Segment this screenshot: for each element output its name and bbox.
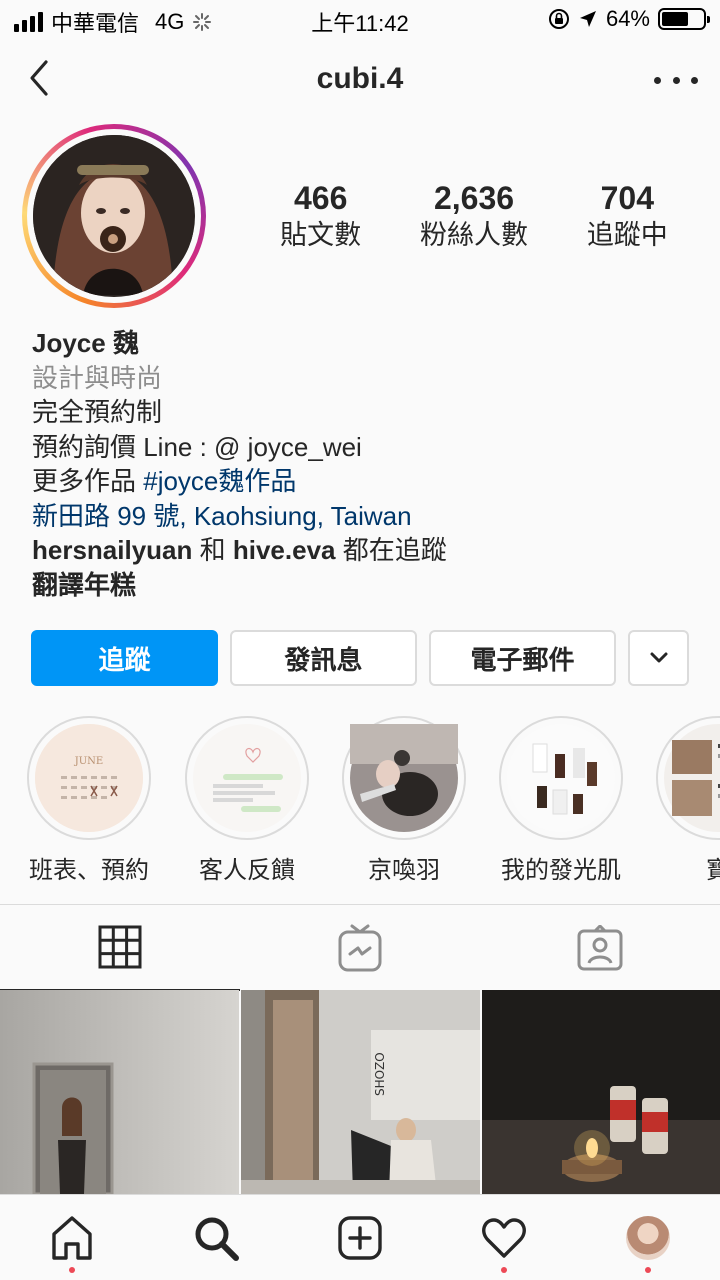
profile-avatar — [626, 1216, 670, 1260]
username-title: cubi.4 — [316, 62, 404, 95]
notification-dot — [645, 1267, 651, 1273]
highlight-cover — [664, 724, 720, 832]
highlight-cover — [350, 724, 458, 832]
igtv-icon — [338, 924, 382, 972]
battery-level — [662, 12, 688, 26]
hashtag-link[interactable]: #joyce魏作品 — [143, 466, 296, 496]
add-post-icon — [338, 1216, 382, 1260]
following-label: 追蹤中 — [586, 220, 668, 250]
profile-bio: Joyce 魏 設計與時尚 完全預約制 預約詢價 Line : @ joyce_… — [32, 326, 702, 602]
more-horizontal-icon[interactable] — [654, 62, 698, 98]
tab-igtv[interactable] — [240, 905, 480, 991]
tab-grid[interactable] — [0, 905, 240, 991]
grid-icon — [98, 925, 142, 969]
svg-text:JUNE: JUNE — [74, 756, 104, 767]
highlight-item[interactable]: 寶 — [656, 716, 720, 885]
tab-tagged[interactable] — [480, 905, 720, 991]
notification-dot — [501, 1267, 507, 1273]
nav-activity[interactable] — [432, 1195, 576, 1280]
highlight-cover — [507, 724, 615, 832]
followed-by[interactable]: hersnailyuan 和 hive.eva 都在追蹤 — [32, 533, 702, 568]
story-highlights: JUNE 班表、預約 客人反饋 京喚羽 我的發光肌 寶 — [0, 716, 720, 886]
highlight-item[interactable]: JUNE 班表、預約 — [27, 716, 151, 885]
message-button[interactable]: 發訊息 — [230, 630, 417, 686]
status-right: 64% — [548, 6, 710, 32]
nav-profile[interactable] — [576, 1195, 720, 1280]
email-button[interactable]: 電子郵件 — [429, 630, 616, 686]
nav-search[interactable] — [144, 1195, 288, 1280]
highlight-label: 我的發光肌 — [501, 857, 621, 884]
stat-posts[interactable]: 466 貼文數 — [244, 180, 397, 252]
home-icon — [52, 1216, 92, 1260]
suggestions-dropdown-button[interactable] — [628, 630, 689, 686]
heart-icon — [482, 1218, 526, 1258]
profile-actions: 追蹤 發訊息 電子郵件 — [31, 630, 689, 686]
svg-text:SHOZO: SHOZO — [373, 1052, 387, 1096]
avatar — [33, 135, 195, 297]
bio-line-3: 更多作品 #joyce魏作品 — [32, 466, 297, 496]
posts-grid: SHOZO — [0, 990, 720, 1196]
post-thumbnail[interactable]: SHOZO — [241, 990, 480, 1194]
followers-count: 2,636 — [433, 180, 515, 216]
highlight-item[interactable]: 我的發光肌 — [499, 716, 623, 885]
highlight-item[interactable]: 客人反饋 — [185, 716, 309, 885]
location-arrow-icon — [579, 11, 596, 27]
profile-stats: 466 貼文數 2,636 粉絲人數 704 追蹤中 — [244, 180, 704, 252]
stat-followers[interactable]: 2,636 粉絲人數 — [397, 180, 550, 252]
chevron-down-icon — [650, 652, 667, 663]
battery-icon — [658, 8, 710, 30]
bio-line-2: 預約詢價 Line : @ joyce_wei — [32, 431, 362, 462]
stat-following[interactable]: 704 追蹤中 — [551, 180, 704, 252]
status-bar: 中華電信 4G 上午11:42 64% — [0, 0, 720, 40]
bio-line-1: 完全預約制 — [32, 397, 163, 427]
highlight-cover: JUNE — [35, 724, 143, 832]
posts-count: 466 — [293, 180, 348, 216]
follower-2: hive.eva — [232, 535, 336, 565]
following-count: 704 — [600, 180, 655, 216]
highlight-cover — [193, 724, 301, 832]
highlight-label: 寶 — [706, 857, 720, 884]
posts-label: 貼文數 — [280, 220, 362, 250]
nav-home[interactable] — [0, 1195, 144, 1280]
battery-percent: 64% — [605, 6, 650, 31]
post-thumbnail[interactable] — [482, 990, 720, 1194]
translate-link[interactable]: 翻譯年糕 — [32, 568, 702, 603]
top-nav: cubi.4 — [0, 44, 720, 118]
tagged-icon — [577, 925, 623, 971]
highlight-item[interactable]: 京喚羽 — [342, 716, 466, 885]
profile-category: 設計與時尚 — [32, 362, 163, 393]
profile-avatar-story-ring[interactable] — [22, 124, 206, 308]
post-thumbnail[interactable] — [0, 990, 239, 1196]
notification-dot — [69, 1267, 75, 1273]
address-link[interactable]: 新田路 99 號, Kaohsiung, Taiwan — [32, 499, 702, 534]
followers-label: 粉絲人數 — [419, 220, 528, 250]
highlight-label: 班表、預約 — [29, 857, 149, 884]
highlight-label: 客人反饋 — [199, 857, 295, 884]
highlight-label: 京喚羽 — [368, 857, 440, 884]
bottom-nav — [0, 1194, 720, 1280]
rotation-lock-icon — [548, 9, 569, 29]
search-icon — [195, 1217, 239, 1261]
display-name: Joyce 魏 — [32, 328, 139, 358]
profile-tabs — [0, 904, 720, 991]
follower-1: hersnailyuan — [32, 535, 193, 565]
nav-add-post[interactable] — [288, 1195, 432, 1280]
follow-button[interactable]: 追蹤 — [31, 630, 218, 686]
